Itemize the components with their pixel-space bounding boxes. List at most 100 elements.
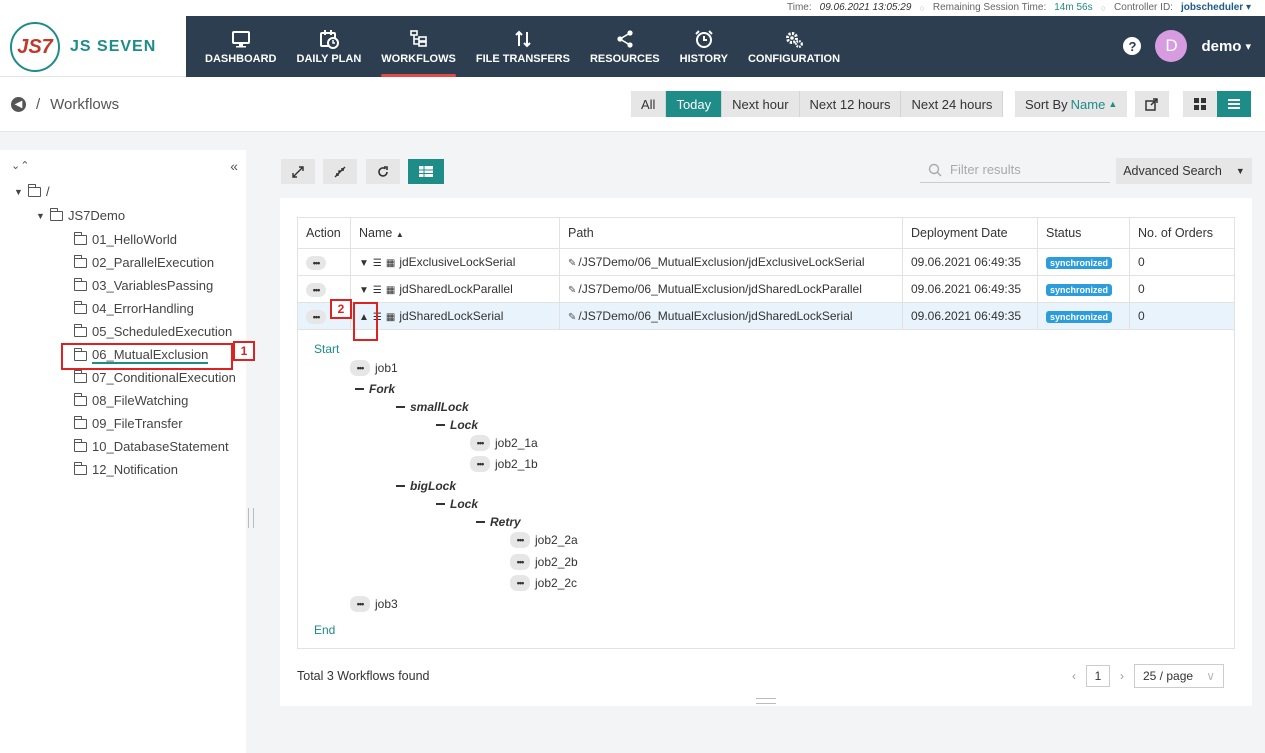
flow-job[interactable]: ••• job1 xyxy=(350,360,398,376)
tree-item[interactable]: 08_FileWatching xyxy=(74,392,189,408)
nav-dashboard[interactable]: DASHBOARD xyxy=(195,16,287,77)
chevron-right-icon[interactable]: › xyxy=(1120,669,1124,683)
job-menu-button[interactable]: ••• xyxy=(470,435,490,451)
status-badge: synchronized xyxy=(1046,257,1113,269)
minus-icon[interactable] xyxy=(436,503,445,505)
collapse-all-button[interactable] xyxy=(323,159,357,184)
date-filter-group: All Today Next hour Next 12 hours Next 2… xyxy=(631,91,1004,117)
expand-collapse-all-icon[interactable]: ⌄⌃ xyxy=(11,159,29,172)
controller-select[interactable]: jobscheduler ▾ xyxy=(1181,2,1251,13)
tree-item[interactable]: 03_VariablesPassing xyxy=(74,277,213,293)
page-number-button[interactable]: 1 xyxy=(1086,665,1110,687)
workflow-name[interactable]: jdSharedLockSerial xyxy=(399,309,503,323)
table-view-button[interactable] xyxy=(408,159,444,184)
col-path: Path xyxy=(559,217,903,249)
clock-icon xyxy=(695,29,713,48)
minus-icon[interactable] xyxy=(476,521,485,523)
resize-handle[interactable] xyxy=(756,698,776,704)
nav-daily-plan[interactable]: DAILY PLAN xyxy=(287,16,372,77)
caret-down-icon: ▾ xyxy=(1245,2,1251,13)
sort-button[interactable]: Sort By Name ▲ xyxy=(1015,91,1128,117)
nav-workflows[interactable]: WORKFLOWS xyxy=(371,16,466,77)
nav-label: WORKFLOWS xyxy=(381,52,456,65)
tree-label: 08_FileWatching xyxy=(92,393,189,408)
flow-job[interactable]: ••• job2_2c xyxy=(510,575,577,591)
collapse-sidebar-icon[interactable]: « xyxy=(230,158,238,174)
tree-item[interactable]: 07_ConditionalExecution xyxy=(74,369,236,385)
job-menu-button[interactable]: ••• xyxy=(350,596,370,612)
filter-next-hour-button[interactable]: Next hour xyxy=(722,91,800,117)
filter-results-input[interactable]: Filter results xyxy=(920,157,1110,183)
pencil-icon[interactable]: ✎ xyxy=(568,312,576,323)
job-menu-button[interactable]: ••• xyxy=(470,456,490,472)
caret-down-icon[interactable]: ▼ xyxy=(359,285,369,296)
flow-job[interactable]: ••• job2_2b xyxy=(510,554,578,570)
caret-down-icon[interactable]: ▼ xyxy=(359,258,369,269)
nav-resources[interactable]: RESOURCES xyxy=(580,16,670,77)
tree-item[interactable]: 05_ScheduledExecution xyxy=(74,323,232,339)
pencil-icon[interactable]: ✎ xyxy=(568,285,576,296)
pencil-icon[interactable]: ✎ xyxy=(568,258,576,269)
nav-file-transfers[interactable]: FILE TRANSFERS xyxy=(466,16,580,77)
job-menu-button[interactable]: ••• xyxy=(510,575,530,591)
job-menu-button[interactable]: ••• xyxy=(510,554,530,570)
workflow-name[interactable]: jdExclusiveLockSerial xyxy=(399,255,515,269)
flow-job[interactable]: ••• job2_1b xyxy=(470,456,538,472)
refresh-button[interactable] xyxy=(366,159,400,184)
job-menu-button[interactable]: ••• xyxy=(510,532,530,548)
avatar[interactable]: D xyxy=(1155,30,1188,62)
separator-icon: ○ xyxy=(919,2,925,13)
filter-today-button[interactable]: Today xyxy=(666,91,723,117)
tree-item[interactable]: 09_FileTransfer xyxy=(74,415,183,431)
flow-job[interactable]: ••• job3 xyxy=(350,596,398,612)
caret-down-icon: ▼ xyxy=(36,210,45,221)
action-menu-button[interactable]: ••• xyxy=(306,255,326,270)
grid-view-button[interactable] xyxy=(1183,91,1217,117)
export-button[interactable] xyxy=(1135,91,1169,117)
minus-icon[interactable] xyxy=(355,388,364,390)
minus-icon[interactable] xyxy=(436,424,445,426)
transfer-icon xyxy=(515,30,531,47)
page-size-select[interactable]: 25 / page ∨ xyxy=(1134,664,1224,688)
list-view-button[interactable] xyxy=(1217,91,1251,117)
instruction-label: bigLock xyxy=(410,479,457,493)
filter-all-button[interactable]: All xyxy=(631,91,667,117)
user-area: ? D demo ▾ xyxy=(1123,30,1251,62)
search-placeholder: Filter results xyxy=(950,162,1021,177)
logo[interactable]: JS7 JS SEVEN xyxy=(0,16,186,77)
status-badge: synchronized xyxy=(1046,284,1113,296)
advanced-search-button[interactable]: Advanced Search ▼ xyxy=(1116,158,1252,184)
expand-all-button[interactable] xyxy=(281,159,315,184)
back-icon[interactable]: ◀ xyxy=(11,97,26,112)
panel-splitter[interactable] xyxy=(248,508,254,528)
chevron-left-icon[interactable]: ‹ xyxy=(1072,669,1076,683)
action-menu-button[interactable]: ••• xyxy=(306,282,326,297)
tree-item[interactable]: 12_Notification xyxy=(74,461,178,477)
flow-job[interactable]: ••• job2_1a xyxy=(470,435,538,451)
tree-folder-js7demo[interactable]: ▼ JS7Demo xyxy=(36,207,125,223)
filter-next-24-hours-button[interactable]: Next 24 hours xyxy=(901,91,1004,117)
col-name[interactable]: Name ▲ xyxy=(350,217,560,249)
tree-root[interactable]: ▼ / xyxy=(14,183,50,199)
tree-item[interactable]: 02_ParallelExecution xyxy=(74,254,214,270)
nav-history[interactable]: HISTORY xyxy=(670,16,738,77)
deployment-date: 09.06.2021 06:49:35 xyxy=(902,302,1038,330)
tree-item[interactable]: 10_DatabaseStatement xyxy=(74,438,229,454)
nav-configuration[interactable]: CONFIGURATION xyxy=(738,16,850,77)
tree-item[interactable]: 01_HelloWorld xyxy=(74,231,177,247)
table-row: ••• ▼ ☰ ▦ jdExclusiveLockSerial ✎/JS7Demo/0… xyxy=(297,248,1235,276)
user-menu[interactable]: demo ▾ xyxy=(1201,38,1251,55)
flow-lock: Lock xyxy=(436,418,478,432)
logo-text: JS SEVEN xyxy=(70,38,157,55)
breadcrumb: ◀ / Workflows xyxy=(11,96,119,113)
action-menu-button[interactable]: ••• xyxy=(306,309,326,324)
filter-next-12-hours-button[interactable]: Next 12 hours xyxy=(799,91,902,117)
flow-job[interactable]: ••• job2_2a xyxy=(510,532,578,548)
minus-icon[interactable] xyxy=(396,406,405,408)
tree-item[interactable]: 04_ErrorHandling xyxy=(74,300,194,316)
workflow-name[interactable]: jdSharedLockParallel xyxy=(399,282,512,296)
minus-icon[interactable] xyxy=(396,485,405,487)
workflow-card: Action Name ▲ Path Deployment Date Statu… xyxy=(280,198,1252,706)
help-icon[interactable]: ? xyxy=(1123,37,1142,55)
job-menu-button[interactable]: ••• xyxy=(350,360,370,376)
